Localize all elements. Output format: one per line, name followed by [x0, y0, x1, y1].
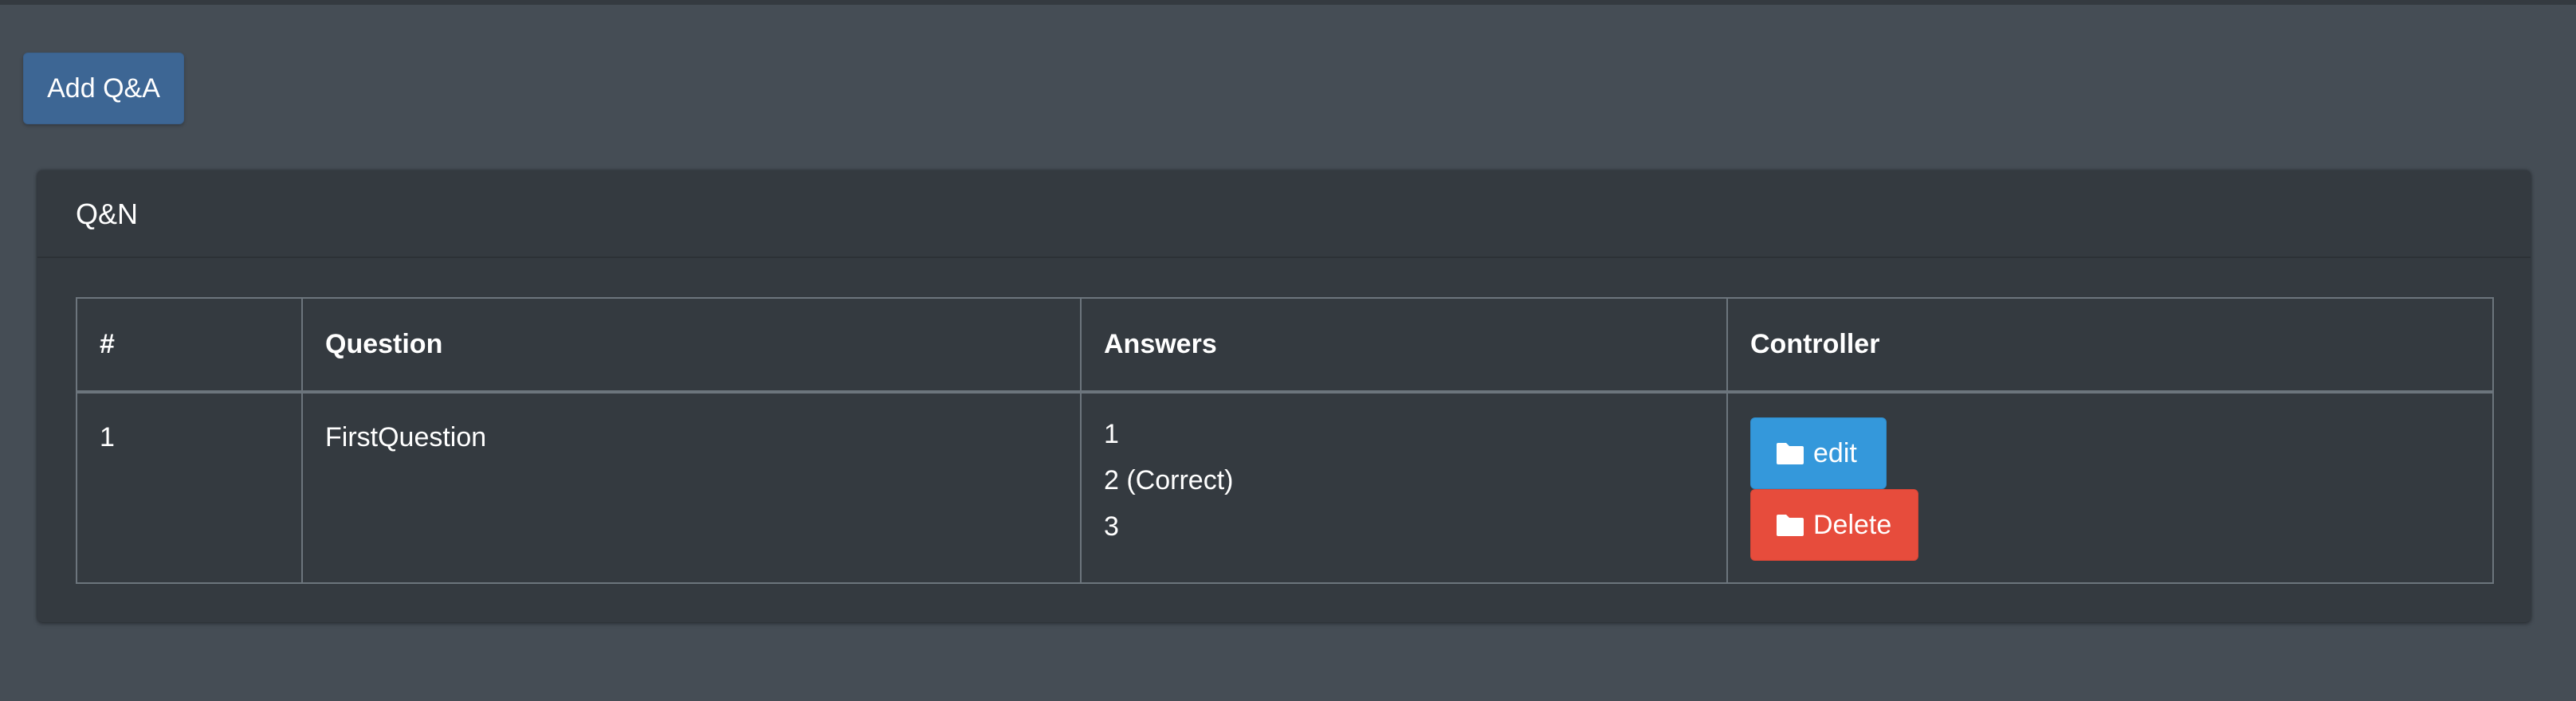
column-header-question: Question — [301, 297, 1082, 394]
folder-icon — [1775, 513, 1805, 537]
row-index-cell: 1 — [76, 391, 303, 584]
delete-button-label: Delete — [1813, 509, 1892, 540]
answer-item: 3 — [1104, 511, 1119, 542]
qa-table: # Question Answers Controller 1 FirstQue… — [76, 297, 2494, 584]
row-question-cell: FirstQuestion — [301, 391, 1082, 584]
table-header-row: # Question Answers Controller — [76, 297, 2494, 394]
column-header-answers: Answers — [1080, 297, 1728, 394]
row-controller-cell: edit Delete — [1726, 391, 2494, 584]
qa-card: Q&N # Question Answers Controller 1 Firs — [37, 170, 2531, 622]
card-header: Q&N — [37, 170, 2531, 258]
edit-button-label: edit — [1813, 437, 1857, 468]
answer-item: 1 — [1104, 419, 1119, 449]
column-header-index: # — [76, 297, 303, 394]
add-qa-button[interactable]: Add Q&A — [23, 53, 184, 124]
delete-button[interactable]: Delete — [1750, 489, 1918, 561]
row-question: FirstQuestion — [325, 422, 487, 452]
answer-item: 2 (Correct) — [1104, 465, 1234, 495]
top-bar — [0, 0, 2576, 5]
column-header-controller: Controller — [1726, 297, 2494, 394]
row-index: 1 — [100, 422, 115, 452]
edit-button[interactable]: edit — [1750, 417, 1887, 489]
table-row: 1 FirstQuestion 1 2 (Correct) 3 edit Del… — [76, 391, 2494, 584]
folder-icon — [1775, 441, 1805, 465]
card-title: Q&N — [76, 198, 139, 230]
row-answers-cell: 1 2 (Correct) 3 — [1080, 391, 1728, 584]
